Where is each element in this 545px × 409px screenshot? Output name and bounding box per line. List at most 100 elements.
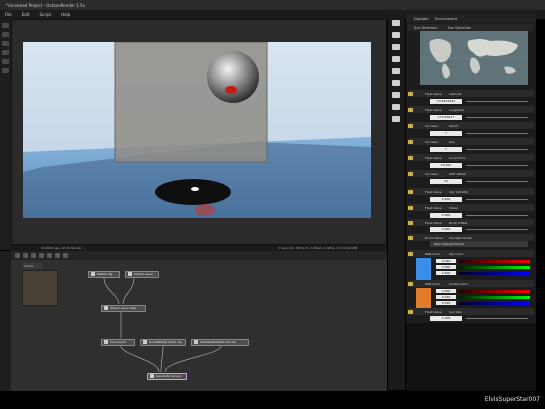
power-input[interactable]: 1.000 xyxy=(430,212,462,218)
imager-icon[interactable] xyxy=(392,68,400,74)
int-icon xyxy=(408,123,413,128)
sky-color-green: 0.300 xyxy=(436,265,530,269)
camera-icon[interactable] xyxy=(392,32,400,38)
reset-tool-button[interactable] xyxy=(2,50,9,55)
sky-red-input[interactable]: 0.050 xyxy=(436,259,456,263)
menu-edit[interactable]: Edit xyxy=(17,12,35,17)
node-mesh[interactable]: Mesh1.obj xyxy=(88,271,120,278)
environment-icon[interactable] xyxy=(392,44,400,50)
float-icon xyxy=(408,220,413,225)
node-object-layer-map[interactable]: Object Layer Map xyxy=(101,305,146,312)
latitude-input[interactable]: 53.6434442 xyxy=(430,98,462,104)
sun-direction-header: Sun Direction Sun Direction xyxy=(408,24,534,31)
sunset-red-input[interactable]: 0.600 xyxy=(436,289,456,293)
group-icon xyxy=(150,374,154,378)
day-value-row: 1 xyxy=(430,146,528,152)
render-tool-button[interactable] xyxy=(2,23,9,28)
node-tool-7-icon[interactable] xyxy=(63,253,68,258)
sky-blue-input[interactable]: 0.500 xyxy=(436,271,456,275)
texture-icon[interactable] xyxy=(392,92,400,98)
north-offset-slider[interactable] xyxy=(466,228,528,230)
menu-script[interactable]: Script xyxy=(34,12,56,17)
sky-color-swatch[interactable] xyxy=(416,258,431,281)
sunset-blue-slider[interactable] xyxy=(459,301,530,305)
sky-blue-slider[interactable] xyxy=(459,271,530,275)
sky-green-input[interactable]: 0.300 xyxy=(436,265,456,269)
camera-tool-button[interactable] xyxy=(2,59,9,64)
node-tool-2-icon[interactable] xyxy=(23,253,28,258)
rgb-icon xyxy=(408,281,413,286)
node-sphere-mesh[interactable]: 9999999999991234.obj xyxy=(191,339,249,346)
node-tool-1-icon[interactable] xyxy=(15,253,20,258)
node-toolbar xyxy=(11,251,387,260)
sunset-blue-input[interactable]: 0.020 xyxy=(436,301,456,305)
day-slider[interactable] xyxy=(466,148,528,150)
material-icon[interactable] xyxy=(392,80,400,86)
render-image[interactable] xyxy=(23,42,371,218)
world-map[interactable] xyxy=(420,31,528,85)
sunset-color-red: 0.600 xyxy=(436,289,530,293)
menu-help[interactable]: Help xyxy=(56,12,75,17)
param-sky-color: RGB Color Sky Color xyxy=(408,250,534,257)
node-object-layer[interactable]: Object Layer xyxy=(125,271,159,278)
inspector-header: Daylight Environment xyxy=(406,14,536,23)
sun-size-slider[interactable] xyxy=(466,317,528,319)
sky-red-slider[interactable] xyxy=(459,259,530,263)
day-input[interactable]: 1 xyxy=(430,146,462,152)
node-tool-4-icon[interactable] xyxy=(39,253,44,258)
power-slider[interactable] xyxy=(466,214,528,216)
sunset-red-slider[interactable] xyxy=(459,289,530,293)
north-offset-input[interactable]: 0.000 xyxy=(430,226,462,232)
local-time-slider[interactable] xyxy=(466,164,528,166)
mesh-icon xyxy=(194,340,198,344)
sun-size-value-row: 1.000 xyxy=(430,315,528,321)
layer-icon xyxy=(128,272,132,276)
float-icon xyxy=(408,107,413,112)
node-placement[interactable]: Placement xyxy=(101,339,135,346)
float-icon xyxy=(408,189,413,194)
kernel-icon[interactable] xyxy=(392,56,400,62)
float-icon xyxy=(408,91,413,96)
sunset-green-input[interactable]: 0.150 xyxy=(436,295,456,299)
gmt-offset-input[interactable]: 12 xyxy=(430,178,462,184)
geometry-icon[interactable] xyxy=(392,104,400,110)
pause-tool-button[interactable] xyxy=(2,32,9,37)
gmt-offset-slider[interactable] xyxy=(466,180,528,182)
latitude-slider[interactable] xyxy=(466,100,528,102)
param-sun-size: Float Value Sun Size xyxy=(408,308,534,315)
tab-daylight[interactable]: Daylight xyxy=(414,17,429,21)
sky-color-blue: 0.500 xyxy=(436,271,530,275)
local-time-input[interactable]: 16.000 xyxy=(430,162,462,168)
daylight-model-select[interactable]: New Daylight Model xyxy=(430,241,528,247)
tab-environment[interactable]: Environment xyxy=(435,17,457,21)
enum-icon xyxy=(408,235,413,240)
sky-turbidity-input[interactable]: 2.200 xyxy=(430,196,462,202)
sky-turbidity-slider[interactable] xyxy=(466,198,528,200)
sky-green-slider[interactable] xyxy=(459,265,530,269)
scene-tab[interactable]: Scene xyxy=(22,263,42,269)
month-input[interactable]: 7 xyxy=(430,130,462,136)
node-plane-mesh[interactable]: Sun999999(1234).obj xyxy=(140,339,186,346)
node-tool-3-icon[interactable] xyxy=(31,253,36,258)
stop-tool-button[interactable] xyxy=(2,41,9,46)
node-links xyxy=(103,277,222,373)
longitude-slider[interactable] xyxy=(466,116,528,118)
node-graph-area[interactable] xyxy=(11,260,387,391)
node-tool-5-icon[interactable] xyxy=(47,253,52,258)
node-geometry-group[interactable]: Geometry Group xyxy=(147,373,187,380)
map-icon xyxy=(104,306,108,310)
north-offset-value-row: 0.000 xyxy=(430,226,528,232)
month-slider[interactable] xyxy=(466,132,528,134)
settings-tool-button[interactable] xyxy=(2,68,9,73)
sun-size-input[interactable]: 1.000 xyxy=(430,315,462,321)
longitude-input[interactable]: 174.56017 xyxy=(430,114,462,120)
menu-file[interactable]: File xyxy=(0,12,17,17)
int-icon xyxy=(408,139,413,144)
longitude-value-row: 174.56017 xyxy=(430,114,528,120)
sunset-color-green: 0.150 xyxy=(436,295,530,299)
outliner-icon[interactable] xyxy=(392,20,400,26)
emission-icon[interactable] xyxy=(392,116,400,122)
node-tool-6-icon[interactable] xyxy=(55,253,60,258)
sunset-green-slider[interactable] xyxy=(459,295,530,299)
render-progress-text: 2d 0000 spp, 0h 00 Render ... xyxy=(41,246,86,250)
